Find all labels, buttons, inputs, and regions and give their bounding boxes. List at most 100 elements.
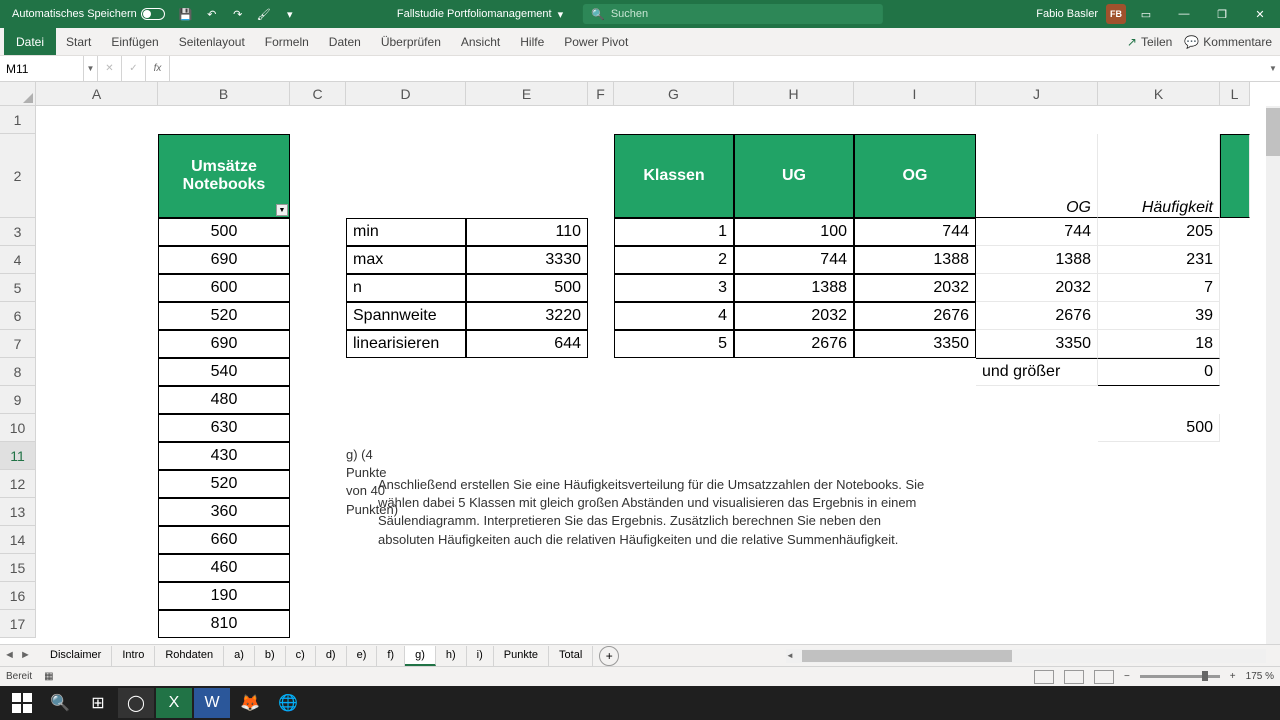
stat-value-3[interactable]: 110 [466,218,588,246]
sheet-tab-f[interactable]: f) [377,646,405,666]
file-tab[interactable]: Datei [4,28,56,55]
ribbon-tab-power pivot[interactable]: Power Pivot [554,35,638,49]
sheet-tab-g[interactable]: g) [405,646,436,666]
data-b-10[interactable]: 630 [158,414,290,442]
sheet-tab-i[interactable]: i) [467,646,494,666]
zoom-out-icon[interactable]: − [1124,671,1130,682]
row-header-4[interactable]: 4 [0,246,36,274]
name-box-dropdown[interactable]: ▼ [84,56,98,81]
og2-7[interactable]: 3350 [976,330,1098,358]
vertical-scrollbar[interactable] [1266,106,1280,644]
hauf-7[interactable]: 18 [1098,330,1220,358]
user-name[interactable]: Fabio Basler [1036,8,1098,20]
save-icon[interactable]: 💾 [175,3,197,25]
share-button[interactable]: ↗ Teilen [1127,35,1172,49]
col-header-E[interactable]: E [466,82,588,106]
ug-5[interactable]: 1388 [734,274,854,302]
hauf-0[interactable]: 0 [1098,358,1220,386]
sheet-tab-Total[interactable]: Total [549,646,593,666]
row-header-8[interactable]: 8 [0,358,36,386]
stat-value-6[interactable]: 3220 [466,302,588,330]
sheet-tab-Punkte[interactable]: Punkte [494,646,549,666]
zoom-slider[interactable] [1140,675,1220,678]
hauf-3[interactable]: 205 [1098,218,1220,246]
klasse-7[interactable]: 5 [614,330,734,358]
col-header-L[interactable]: L [1220,82,1250,106]
row-header-17[interactable]: 17 [0,610,36,638]
sheet-tab-b[interactable]: b) [255,646,286,666]
header-og[interactable]: OG [854,134,976,218]
data-b-17[interactable]: 810 [158,610,290,638]
row-header-2[interactable]: 2 [0,134,36,218]
og2-4[interactable]: 1388 [976,246,1098,274]
ug-6[interactable]: 2032 [734,302,854,330]
minimize-icon[interactable]: — [1166,0,1202,28]
row-header-10[interactable]: 10 [0,414,36,442]
header-umsaetze[interactable]: Umsätze Notebooks [158,134,290,218]
fx-icon[interactable]: fx [146,56,170,81]
sheet-tab-c[interactable]: c) [286,646,316,666]
ribbon-tab-formeln[interactable]: Formeln [255,35,319,49]
col-header-J[interactable]: J [976,82,1098,106]
user-avatar[interactable]: FB [1106,4,1126,24]
col-header-B[interactable]: B [158,82,290,106]
redo-icon[interactable]: ↷ [227,3,249,25]
expand-formula-icon[interactable]: ▼ [1266,64,1280,73]
row-header-13[interactable]: 13 [0,498,36,526]
data-b-3[interactable]: 500 [158,218,290,246]
search-input[interactable]: 🔍 Suchen [583,4,883,24]
klasse-3[interactable]: 1 [614,218,734,246]
add-sheet-button[interactable]: + [599,646,619,666]
sheet-tab-e[interactable]: e) [347,646,378,666]
comments-button[interactable]: 💬 Kommentare [1184,35,1272,49]
data-b-9[interactable]: 480 [158,386,290,414]
total-500[interactable]: 500 [1098,414,1220,442]
ribbon-tab-einfügen[interactable]: Einfügen [101,35,168,49]
sheet-tab-Intro[interactable]: Intro [112,646,155,666]
ribbon-tab-daten[interactable]: Daten [319,35,371,49]
data-b-4[interactable]: 690 [158,246,290,274]
sheet-tab-h[interactable]: h) [436,646,467,666]
ug-7[interactable]: 2676 [734,330,854,358]
col-header-D[interactable]: D [346,82,466,106]
col-header-C[interactable]: C [290,82,346,106]
maximize-icon[interactable]: ❐ [1204,0,1240,28]
stat-label-6[interactable]: Spannweite [346,302,466,330]
filter-dropdown-icon[interactable]: ▼ [276,204,288,216]
og-3[interactable]: 744 [854,218,976,246]
row-header-12[interactable]: 12 [0,470,36,498]
col-header-K[interactable]: K [1098,82,1220,106]
word-taskbar-icon[interactable]: W [194,688,230,718]
close-icon[interactable]: ✕ [1242,0,1278,28]
hauf-6[interactable]: 39 [1098,302,1220,330]
header-ug[interactable]: UG [734,134,854,218]
data-b-5[interactable]: 600 [158,274,290,302]
select-all-button[interactable] [0,82,36,106]
sheet-tab-Disclaimer[interactable]: Disclaimer [40,646,112,666]
row-header-16[interactable]: 16 [0,582,36,610]
view-layout-icon[interactable] [1064,670,1084,684]
col-header-I[interactable]: I [854,82,976,106]
header-og2[interactable]: OG [976,134,1098,218]
sheet-next-icon[interactable]: ► [20,649,34,663]
col-header-G[interactable]: G [614,82,734,106]
horizontal-scrollbar[interactable]: ◄ [786,649,1266,663]
scroll-thumb[interactable] [1266,108,1280,156]
macro-icon[interactable]: ▦ [44,671,53,682]
row-header-11[interactable]: 11 [0,442,36,470]
autosave-toggle[interactable]: Automatisches Speichern [6,8,171,20]
og2-3[interactable]: 744 [976,218,1098,246]
data-b-15[interactable]: 460 [158,554,290,582]
view-normal-icon[interactable] [1034,670,1054,684]
hauf-5[interactable]: 7 [1098,274,1220,302]
header-klassen[interactable]: Klassen [614,134,734,218]
ribbon-tab-überprüfen[interactable]: Überprüfen [371,35,451,49]
stat-value-7[interactable]: 644 [466,330,588,358]
chrome-icon[interactable]: 🌐 [270,688,306,718]
hauf-4[interactable]: 231 [1098,246,1220,274]
data-b-6[interactable]: 520 [158,302,290,330]
sheet-tab-a[interactable]: a) [224,646,255,666]
sheet-prev-icon[interactable]: ◄ [4,649,18,663]
data-b-11[interactable]: 430 [158,442,290,470]
ribbon-tab-hilfe[interactable]: Hilfe [510,35,554,49]
